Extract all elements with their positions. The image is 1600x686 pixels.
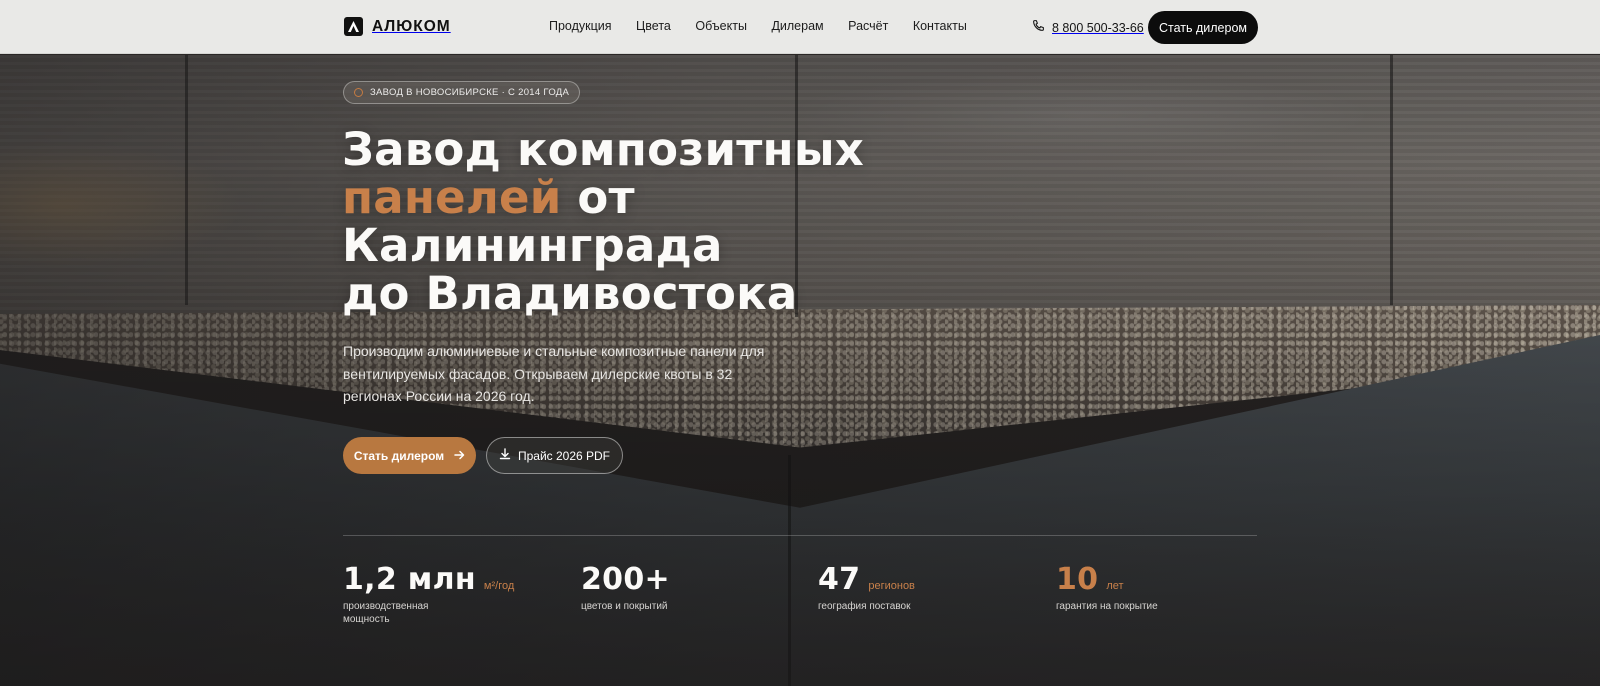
hero-title: Завод композитных панелей от Калининград…: [342, 126, 962, 318]
stat-caption: производственная мощность: [343, 601, 429, 625]
become-dealer-label: Стать дилером: [353, 448, 445, 463]
stat-capacity: 1,2 млн м²/год производственная мощность: [343, 562, 514, 626]
nav-item-objects[interactable]: Объекты: [695, 19, 747, 33]
nav-item-contacts[interactable]: Контакты: [913, 19, 967, 33]
logo[interactable]: АЛЮКОМ: [344, 17, 451, 36]
stat-unit: регионов: [868, 580, 915, 592]
stat-warranty: 10 лет гарантия на покрытие: [1056, 562, 1196, 613]
logo-icon: [344, 17, 363, 36]
stat-value: 1,2 млн: [343, 562, 476, 597]
nav-item-colors[interactable]: Цвета: [636, 19, 671, 33]
hero-lead: Производим алюминиевые и стальные композ…: [343, 343, 765, 404]
badge-dot-icon: [354, 88, 363, 97]
stat-value: 47: [818, 562, 861, 597]
nav-item-products[interactable]: Продукция: [549, 19, 612, 33]
stat-regions: 47 регионов география поставок: [818, 562, 928, 613]
stat-caption: география поставок: [818, 601, 911, 612]
hero-title-line2-rest: от: [561, 171, 635, 224]
price-pdf-button[interactable]: Прайс 2026 PDF: [486, 437, 623, 474]
hero-title-line4: до Владивостока: [342, 267, 798, 320]
hero-title-line3: Калининграда: [342, 219, 723, 272]
stat-unit: м²/год: [483, 580, 515, 592]
phone-number: 8 800 500-33-66: [1052, 21, 1144, 35]
phone-icon: [1032, 19, 1045, 37]
nav-item-dealers[interactable]: Дилерам: [771, 19, 823, 33]
hero-title-line1: Завод композитных: [342, 123, 864, 176]
main-nav: Продукция Цвета Объекты Дилерам Расчёт К…: [549, 19, 967, 33]
stat-value: 200+: [581, 562, 670, 597]
logo-text: АЛЮКОМ: [372, 17, 451, 35]
stat-caption: гарантия на покрытие: [1056, 601, 1158, 612]
become-dealer-button[interactable]: Стать дилером: [343, 437, 476, 474]
factory-badge: ЗАВОД В НОВОСИБИРСКЕ · С 2014 ГОДА: [343, 81, 581, 104]
stat-value: 10: [1056, 562, 1099, 597]
stat-caption: цветов и покрытий: [581, 601, 668, 612]
arrow-right-icon: [454, 449, 465, 463]
price-pdf-label: Прайс 2026 PDF: [517, 448, 611, 463]
hero-title-accent: панелей: [342, 171, 562, 224]
stats-divider: [343, 535, 1257, 536]
badge-text: ЗАВОД В НОВОСИБИРСКЕ · С 2014 ГОДА: [370, 87, 570, 98]
download-icon: [499, 448, 511, 463]
phone-link[interactable]: 8 800 500-33-66: [1032, 19, 1144, 37]
nav-item-calculation[interactable]: Расчёт: [848, 19, 888, 33]
site-header: АЛЮКОМ Продукция Цвета Объекты Дилерам Р…: [0, 0, 1600, 54]
become-dealer-header-button[interactable]: Стать дилером: [1148, 11, 1258, 44]
stat-unit: лет: [1106, 580, 1124, 592]
stat-colors: 200+ цветов и покрытий: [581, 562, 691, 613]
